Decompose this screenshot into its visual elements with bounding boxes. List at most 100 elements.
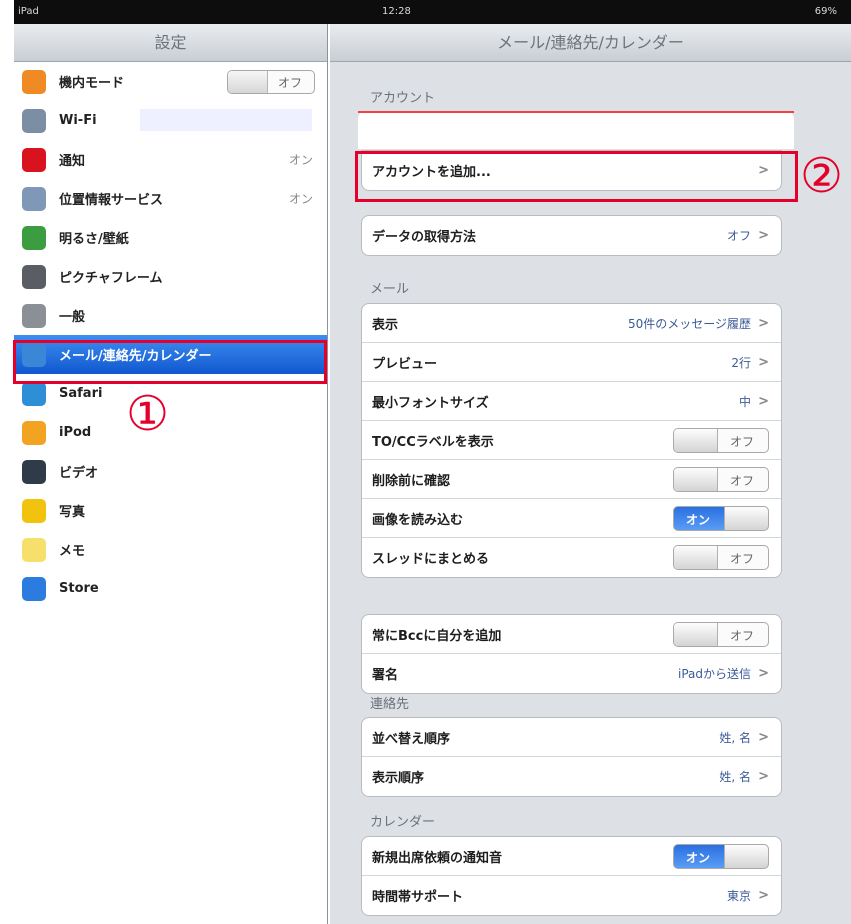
contacts-settings-group: 並べ替え順序 姓, 名 > 表示順序 姓, 名 >: [361, 717, 782, 797]
sidebar-item-label: 写真: [59, 505, 86, 520]
switch-label: オフ: [729, 473, 754, 488]
sidebar-item-3[interactable]: 位置情報サービス オン: [14, 179, 327, 218]
photos-icon: [22, 498, 46, 523]
chevron-right-icon: >: [758, 315, 769, 331]
wifi-network-field: [140, 109, 312, 131]
section-label-contacts: 連絡先: [370, 697, 410, 712]
settings-row[interactable]: 時間帯サポート 東京 >: [362, 876, 781, 915]
settings-row-label: 常にBccに自分を追加: [372, 628, 502, 644]
toggle-switch[interactable]: オン: [673, 843, 769, 869]
sidebar-item-label: メール/連絡先/カレンダー: [59, 349, 212, 364]
sidebar-item-4[interactable]: 明るさ/壁紙: [14, 218, 327, 257]
chevron-right-icon: >: [758, 729, 769, 745]
chevron-right-icon: >: [758, 393, 769, 409]
settings-row-label: 最小フォントサイズ: [372, 395, 489, 411]
toggle-switch[interactable]: オフ: [673, 545, 769, 570]
settings-row[interactable]: スレッドにまとめる オフ: [362, 538, 781, 577]
settings-row[interactable]: 常にBccに自分を追加 オフ: [362, 615, 781, 654]
settings-row-value: 50件のメッセージ履歴: [627, 316, 751, 331]
sidebar-item-5[interactable]: ピクチャフレーム: [14, 257, 327, 296]
wifi-icon: [22, 108, 46, 133]
sidebar-item-2[interactable]: 通知 オン: [14, 140, 327, 179]
carrier-label: iPad: [18, 6, 39, 17]
switch-label: オフ: [277, 75, 302, 90]
calendar-settings-group: 新規出席依頼の通知音 オン 時間帯サポート 東京 >: [361, 836, 782, 916]
notification-icon: [22, 147, 46, 172]
fetch-data-row[interactable]: データの取得方法 オフ >: [362, 216, 781, 255]
sidebar-title: 設定: [14, 24, 327, 62]
switch-label: オフ: [729, 434, 754, 449]
switch-label: オフ: [729, 552, 754, 566]
settings-sidebar: 設定 機内モード オフ Wi-Fi 通知 オン 位置情報サービス オン 明るさ/壁紙ピクチャフ…: [14, 24, 328, 924]
chevron-right-icon: >: [758, 228, 769, 243]
settings-row[interactable]: 並べ替え順序 姓, 名 >: [362, 718, 781, 757]
switch-knob: [228, 70, 268, 93]
settings-row-value: iPadから送信: [677, 667, 751, 681]
section-label-mail: メール: [370, 282, 410, 297]
settings-row-label: プレビュー: [372, 356, 438, 372]
toggle-switch[interactable]: オン: [673, 505, 769, 531]
chevron-right-icon: >: [758, 354, 769, 370]
add-account-label: アカウントを追加...: [372, 165, 491, 180]
settings-row[interactable]: 最小フォントサイズ 中 >: [362, 382, 781, 421]
safari-icon: [22, 381, 46, 406]
sidebar-item-1[interactable]: Wi-Fi: [14, 101, 327, 140]
settings-row[interactable]: TO/CCラベルを表示 オフ: [362, 421, 781, 460]
airplane-mode-switch[interactable]: オフ: [227, 69, 315, 94]
sidebar-item-value: オン: [288, 192, 313, 206]
settings-row[interactable]: プレビュー 2行 >: [362, 343, 781, 382]
picture-frame-icon: [22, 264, 46, 289]
settings-row-value: 中: [738, 394, 751, 409]
settings-row[interactable]: 画像を読み込む オン: [362, 499, 781, 538]
fetch-group: データの取得方法 オフ >: [361, 215, 782, 256]
switch-label: オフ: [729, 628, 754, 643]
sidebar-item-0[interactable]: 機内モード オフ: [14, 62, 327, 101]
sidebar-item-7[interactable]: メール/連絡先/カレンダー: [14, 335, 327, 374]
add-account-row[interactable]: アカウントを追加... >: [362, 151, 781, 190]
account-divider: [358, 111, 794, 113]
fetch-data-value: オフ: [726, 229, 751, 243]
sidebar-item-label: ピクチャフレーム: [59, 271, 163, 286]
switch-knob: [674, 546, 718, 569]
settings-row[interactable]: 削除前に確認 オフ: [362, 460, 781, 499]
sidebar-item-label: Safari: [59, 386, 103, 401]
sidebar-item-6[interactable]: 一般: [14, 296, 327, 335]
notes-icon: [22, 537, 46, 562]
switch-knob: [724, 844, 768, 868]
settings-row[interactable]: 表示 50件のメッセージ履歴 >: [362, 304, 781, 343]
sidebar-item-label: 一般: [59, 310, 86, 325]
sidebar-item-12[interactable]: メモ: [14, 530, 327, 569]
toggle-switch[interactable]: オフ: [673, 466, 769, 492]
fetch-data-label: データの取得方法: [372, 230, 477, 245]
sidebar-item-9[interactable]: iPod: [14, 413, 327, 452]
annotation-number-one: ①: [126, 386, 170, 442]
mail-icon: [22, 342, 46, 367]
account-row[interactable]: [358, 111, 794, 149]
sidebar-item-label: ビデオ: [59, 466, 99, 481]
sidebar-item-10[interactable]: ビデオ: [14, 452, 327, 491]
sidebar-item-13[interactable]: Store: [14, 569, 327, 608]
settings-row[interactable]: 署名 iPadから送信 >: [362, 654, 781, 693]
settings-row-label: 表示順序: [372, 771, 425, 786]
section-label-calendar: カレンダー: [370, 815, 436, 830]
toggle-switch[interactable]: オフ: [673, 427, 769, 453]
mail-settings-group-2: 常にBccに自分を追加 オフ署名 iPadから送信 >: [361, 614, 782, 694]
sidebar-item-label: Wi-Fi: [59, 113, 97, 128]
toggle-switch[interactable]: オフ: [673, 621, 769, 647]
brightness-icon: [22, 225, 46, 250]
switch-label: オン: [686, 512, 711, 527]
chevron-right-icon: >: [758, 769, 769, 784]
sidebar-item-11[interactable]: 写真: [14, 491, 327, 530]
settings-row-value: 東京: [726, 889, 751, 903]
settings-row-label: スレッドにまとめる: [372, 552, 490, 567]
chevron-right-icon: >: [758, 888, 769, 903]
sidebar-item-label: Store: [59, 581, 99, 596]
mail-settings-group: 表示 50件のメッセージ履歴 > プレビュー 2行 > 最小フォントサイズ 中 > TO/CCラベ…: [361, 303, 782, 578]
settings-row-value: 姓, 名: [719, 730, 751, 745]
sidebar-item-8[interactable]: Safari: [14, 374, 327, 413]
ipod-icon: [22, 420, 46, 445]
location-icon: [22, 186, 46, 211]
settings-row[interactable]: 新規出席依頼の通知音 オン: [362, 837, 781, 876]
settings-row-label: 削除前に確認: [372, 473, 451, 489]
settings-row[interactable]: 表示順序 姓, 名 >: [362, 757, 781, 796]
